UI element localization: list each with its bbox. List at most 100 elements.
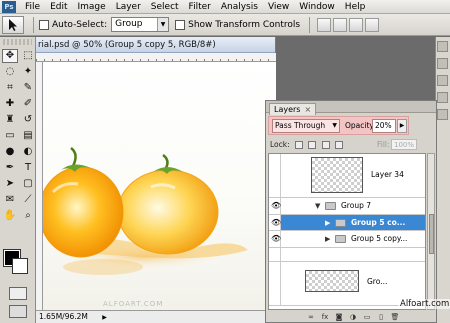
adjustment-layer-icon[interactable]: ◑ bbox=[348, 313, 358, 321]
align-bottom-button[interactable] bbox=[349, 17, 364, 32]
lasso-tool-icon[interactable]: ◌ bbox=[2, 65, 18, 79]
crop-tool-icon[interactable]: ⌗ bbox=[2, 81, 18, 95]
layer-row[interactable]: Layer 34 bbox=[269, 154, 425, 198]
new-group-icon[interactable]: ▭ bbox=[362, 313, 372, 321]
dock-panel-button[interactable] bbox=[437, 92, 448, 103]
screen-mode-button[interactable] bbox=[9, 305, 27, 318]
link-layers-icon[interactable]: ∞ bbox=[306, 313, 316, 321]
layers-tab[interactable]: Layers × bbox=[269, 103, 317, 115]
move-tool-icon[interactable]: ✥ bbox=[2, 49, 18, 63]
visibility-toggle[interactable] bbox=[269, 154, 281, 197]
eraser-tool-icon[interactable]: ▭ bbox=[2, 129, 18, 143]
lock-label: Lock: bbox=[270, 140, 290, 149]
blend-mode-dropdown[interactable]: Pass Through ▼ bbox=[272, 119, 340, 133]
layer-mask-icon[interactable]: ◙ bbox=[334, 313, 344, 321]
pen-tool-icon[interactable]: ✒ bbox=[2, 161, 18, 175]
expand-triangle-icon[interactable]: ▼ bbox=[315, 201, 320, 211]
measure-tool-icon[interactable]: ⟋ bbox=[20, 193, 36, 207]
new-layer-icon[interactable]: ▯ bbox=[376, 313, 386, 321]
horizontal-ruler[interactable] bbox=[36, 53, 276, 62]
scrollbar-thumb[interactable] bbox=[429, 214, 434, 254]
align-left-button[interactable] bbox=[365, 17, 380, 32]
toolbox-grip[interactable] bbox=[3, 39, 32, 45]
notes-tool-icon[interactable]: ✉ bbox=[2, 193, 18, 207]
vertical-ruler[interactable] bbox=[36, 62, 43, 310]
layers-scrollbar[interactable] bbox=[427, 153, 435, 310]
marquee-tool-icon[interactable]: ⬚ bbox=[20, 49, 36, 63]
menu-select[interactable]: Select bbox=[146, 0, 184, 14]
dodge-tool-icon[interactable]: ◐ bbox=[20, 145, 36, 159]
layer-name: Group 5 co... bbox=[351, 218, 406, 227]
visibility-toggle[interactable]: 👁 bbox=[269, 231, 281, 247]
zoom-tool-icon[interactable]: ⌕ bbox=[20, 209, 36, 223]
magic-wand-tool-icon[interactable]: ✦ bbox=[20, 65, 36, 79]
visibility-toggle[interactable] bbox=[269, 262, 281, 305]
eye-icon: 👁 bbox=[271, 234, 282, 243]
healing-brush-tool-icon[interactable]: ✚ bbox=[2, 97, 18, 111]
status-menu-arrow-icon[interactable]: ▶ bbox=[102, 312, 107, 323]
lock-all-icon[interactable] bbox=[335, 141, 344, 149]
dock-panel-button[interactable] bbox=[437, 58, 448, 69]
visibility-toggle[interactable]: 👁 bbox=[269, 198, 281, 214]
dock-panel-button[interactable] bbox=[437, 109, 448, 120]
blur-tool-icon[interactable]: ● bbox=[2, 145, 18, 159]
menu-edit[interactable]: Edit bbox=[45, 0, 72, 14]
toolbox: ✥ ⬚ ◌ ✦ ⌗ ✎ ✚ ✐ ♜ ↺ ▭ ▤ ● ◐ ✒ T ➤ ▢ ✉ ⟋ … bbox=[0, 37, 36, 323]
opacity-slider-button[interactable]: ▶ bbox=[397, 119, 407, 133]
layer-style-icon[interactable]: fx bbox=[320, 313, 330, 321]
expand-triangle-icon[interactable]: ▶ bbox=[325, 234, 330, 244]
photoshop-logo-icon: Ps bbox=[2, 0, 16, 13]
shape-tool-icon[interactable]: ▢ bbox=[20, 177, 36, 191]
eyedropper-tool-icon[interactable]: ✎ bbox=[20, 81, 36, 95]
layer-row[interactable]: 👁 ▶ Group 5 copy... bbox=[269, 231, 425, 248]
layer-name: Layer 34 bbox=[371, 170, 404, 179]
menu-help[interactable]: Help bbox=[340, 0, 371, 14]
layer-name: Gro... bbox=[367, 277, 388, 286]
eye-icon: 👁 bbox=[271, 201, 282, 210]
tomato-artwork bbox=[43, 147, 248, 275]
clone-stamp-tool-icon[interactable]: ♜ bbox=[2, 113, 18, 127]
menu-filter[interactable]: Filter bbox=[184, 0, 216, 14]
align-top-button[interactable] bbox=[317, 17, 332, 32]
close-icon[interactable]: × bbox=[304, 105, 311, 114]
layer-row[interactable]: 👁 ▼ Group 7 bbox=[269, 198, 425, 215]
type-tool-icon[interactable]: T bbox=[20, 161, 36, 175]
menu-window[interactable]: Window bbox=[294, 0, 340, 14]
menu-layer[interactable]: Layer bbox=[111, 0, 146, 14]
lock-position-icon[interactable] bbox=[321, 141, 330, 149]
history-brush-tool-icon[interactable]: ↺ bbox=[20, 113, 36, 127]
layer-name: Group 7 bbox=[341, 201, 371, 210]
gradient-tool-icon[interactable]: ▤ bbox=[20, 129, 36, 143]
opacity-input[interactable]: 20% bbox=[372, 119, 396, 133]
move-tool-preset-button[interactable] bbox=[2, 15, 24, 34]
lock-transparency-icon[interactable] bbox=[295, 141, 304, 149]
menu-bar: Ps File Edit Image Layer Select Filter A… bbox=[0, 0, 450, 14]
menu-file[interactable]: File bbox=[20, 0, 45, 14]
expand-triangle-icon[interactable]: ▶ bbox=[325, 218, 330, 228]
align-middle-button[interactable] bbox=[333, 17, 348, 32]
dock-panel-button[interactable] bbox=[437, 75, 448, 86]
trash-icon[interactable]: 🗑 bbox=[390, 313, 400, 321]
layer-row-selected[interactable]: 👁 ▶ Group 5 co... bbox=[269, 215, 425, 231]
auto-select-checkbox[interactable] bbox=[39, 19, 49, 30]
document-canvas[interactable]: ALFOART.COM bbox=[43, 62, 276, 310]
show-transform-checkbox[interactable] bbox=[175, 19, 186, 30]
quick-mask-button[interactable] bbox=[9, 287, 27, 300]
menu-image[interactable]: Image bbox=[73, 0, 111, 14]
hand-tool-icon[interactable]: ✋ bbox=[2, 209, 18, 223]
auto-select-dropdown[interactable]: Group ▼ bbox=[111, 17, 170, 32]
menu-view[interactable]: View bbox=[263, 0, 294, 14]
visibility-toggle[interactable]: 👁 bbox=[269, 215, 281, 230]
background-color-swatch[interactable] bbox=[12, 258, 28, 274]
document-title[interactable]: rial.psd @ 50% (Group 5 copy 5, RGB/8#) bbox=[36, 37, 275, 53]
brush-tool-icon[interactable]: ✐ bbox=[20, 97, 36, 111]
lock-pixels-icon[interactable] bbox=[308, 141, 317, 149]
show-transform-label: Show Transform Controls bbox=[188, 19, 301, 30]
menu-analysis[interactable]: Analysis bbox=[216, 0, 263, 14]
visibility-toggle[interactable] bbox=[269, 248, 281, 261]
dock-panel-button[interactable] bbox=[437, 41, 448, 52]
path-selection-tool-icon[interactable]: ➤ bbox=[2, 177, 18, 191]
layer-row[interactable] bbox=[269, 248, 425, 262]
fill-input[interactable]: 100% bbox=[391, 139, 417, 150]
layers-panel: Layers × Pass Through ▼ Opacity: 20% ▶ Lo… bbox=[265, 100, 437, 323]
